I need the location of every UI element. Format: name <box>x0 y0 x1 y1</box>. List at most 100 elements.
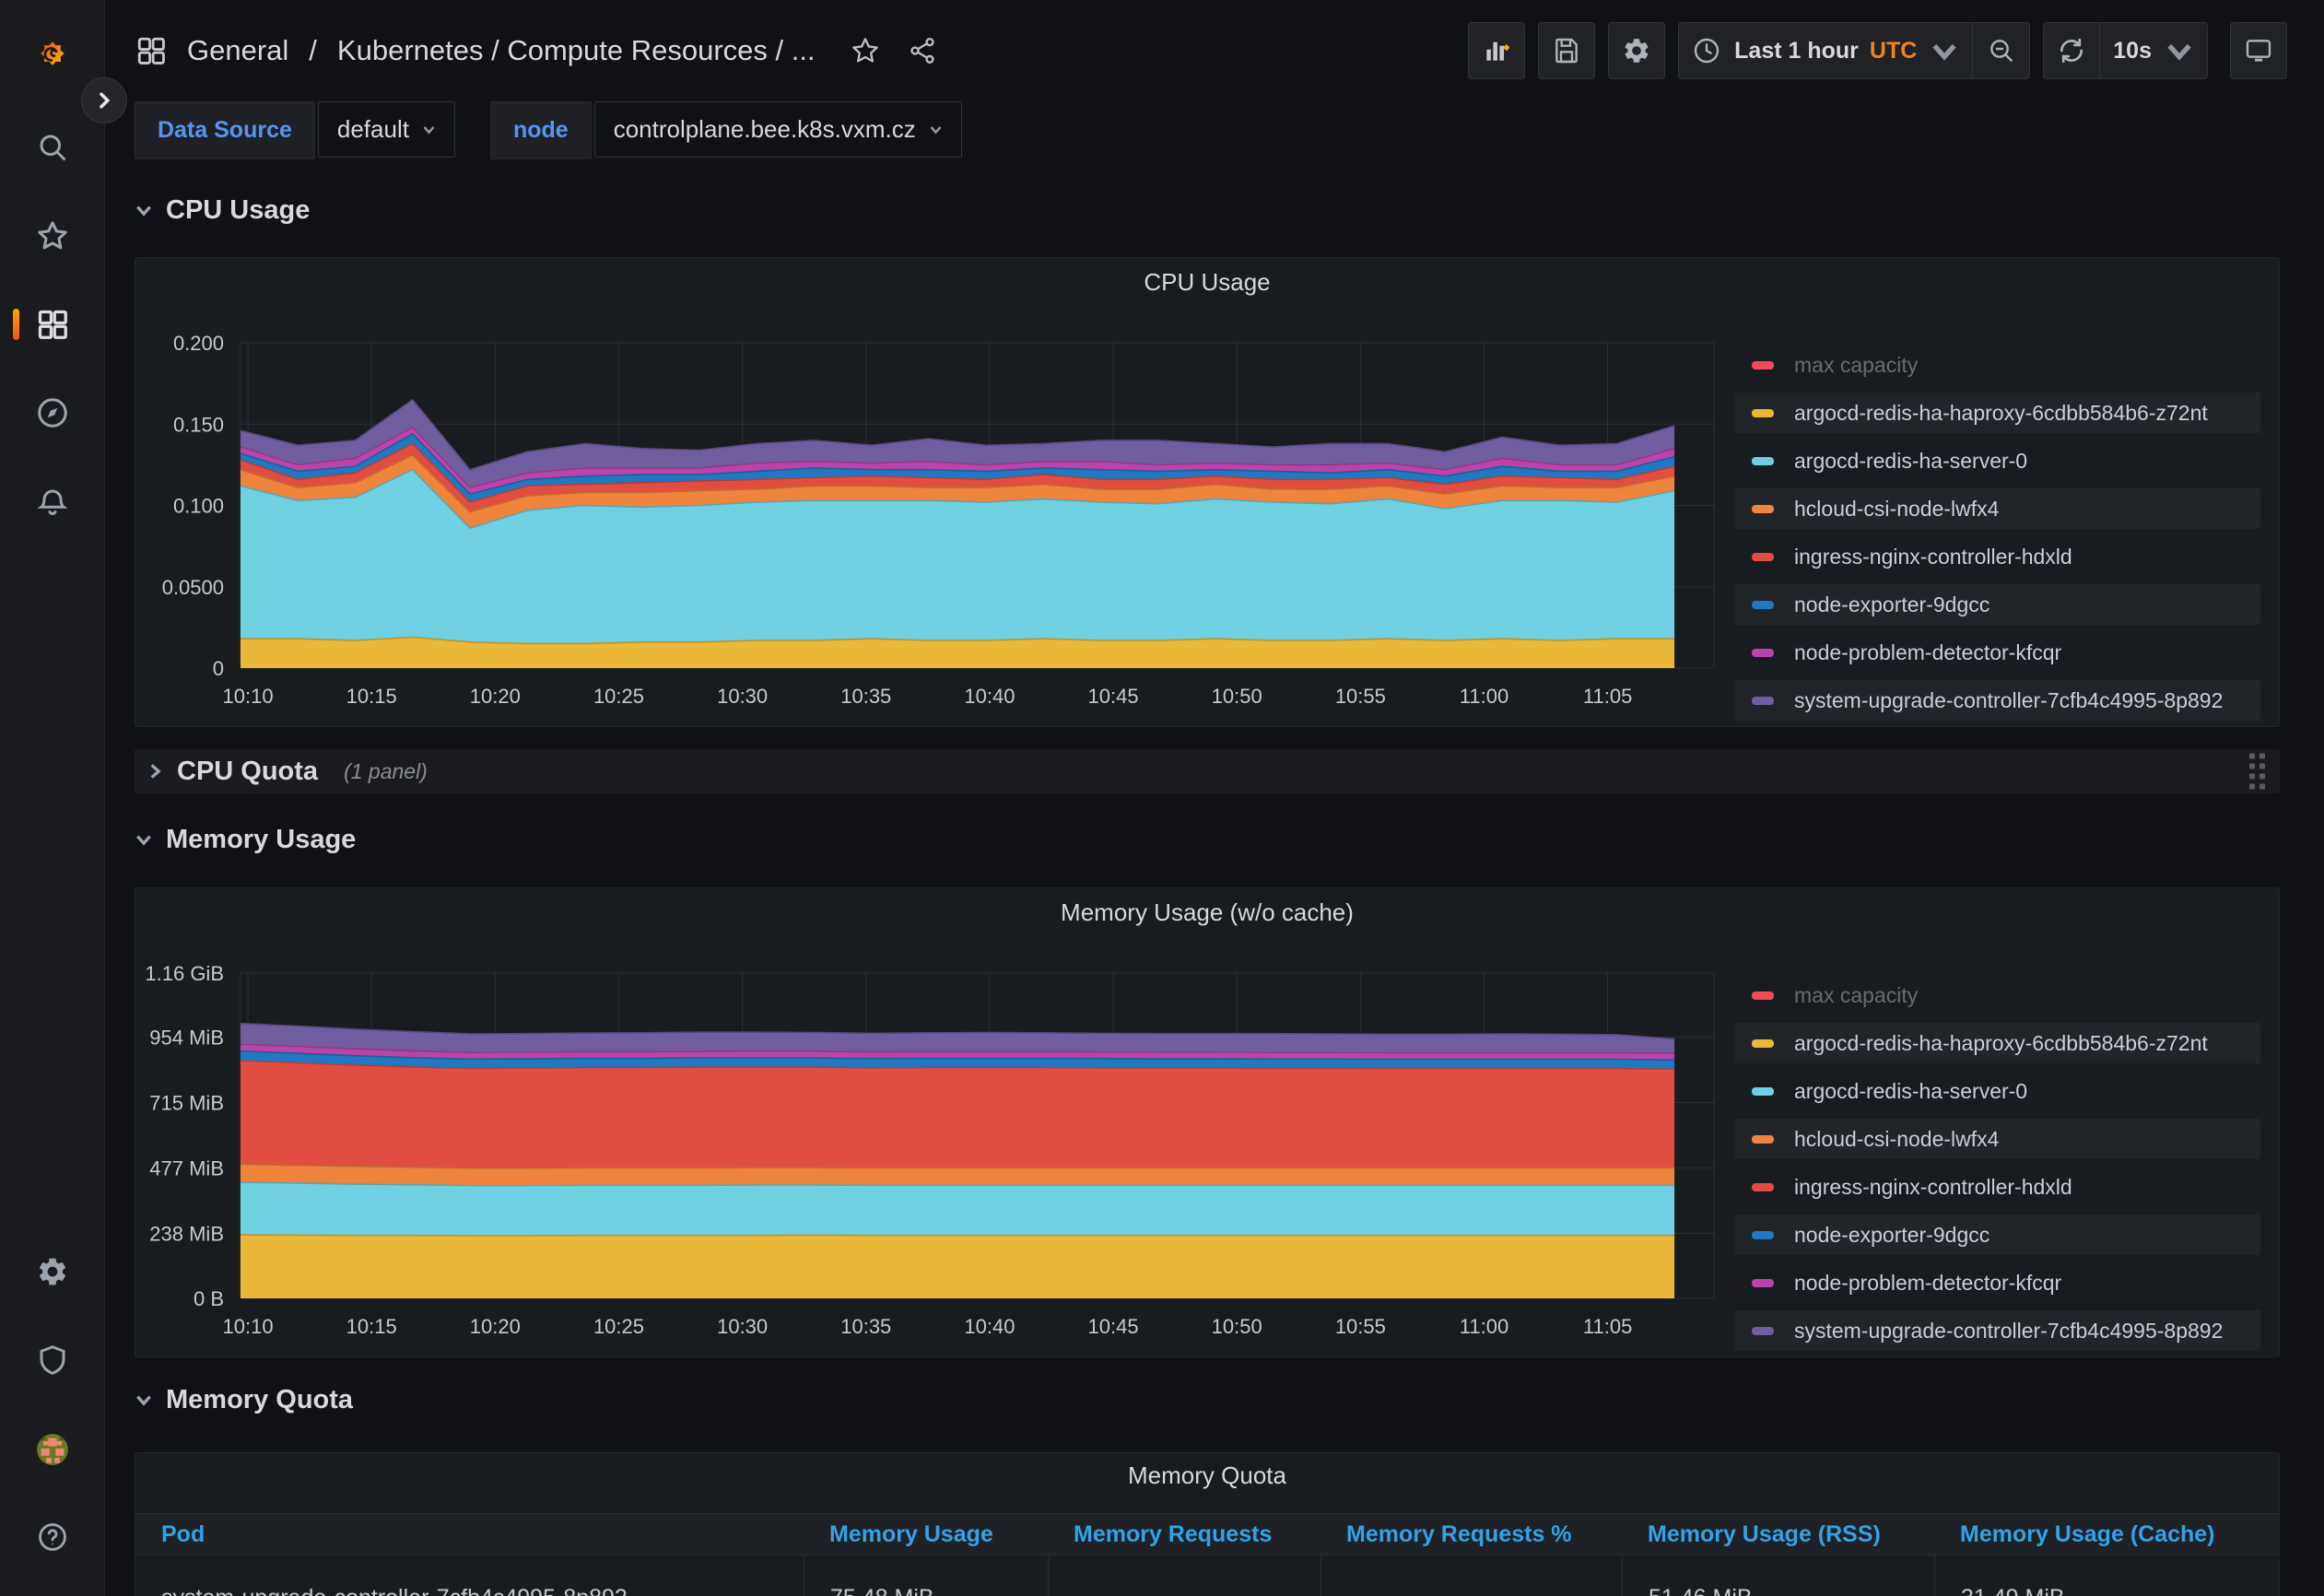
memory-usage-plot[interactable]: 0 B238 MiB477 MiB715 MiB954 MiB1.16 GiB1… <box>135 936 1735 1356</box>
legend-item[interactable]: hcloud-csi-node-lwfx4 <box>1735 1119 2260 1159</box>
dashboard-body: CPU Usage CPU Usage 00.05000.1000.1500.2… <box>104 188 2324 1596</box>
dashboards-grid-icon <box>36 308 69 341</box>
legend-item[interactable]: argocd-redis-ha-haproxy-6cdbb584b6-z72nt <box>1735 1023 2260 1063</box>
sidebar-item-explore[interactable] <box>0 383 104 442</box>
section-title: Memory Usage <box>166 825 356 855</box>
svg-text:10:15: 10:15 <box>346 1315 397 1338</box>
sidebar-item-help[interactable] <box>0 1508 104 1567</box>
refresh-group: 10s <box>2043 22 2208 79</box>
legend-item[interactable]: node-problem-detector-kfcqr <box>1735 1262 2260 1303</box>
legend-label: ingress-nginx-controller-hdxld <box>1794 545 2072 569</box>
refresh-interval-picker[interactable]: 10s <box>2100 22 2208 79</box>
legend-item[interactable]: ingress-nginx-controller-hdxld <box>1735 536 2260 577</box>
section-header-memory-usage[interactable]: Memory Usage <box>135 817 2280 862</box>
legend-swatch <box>1752 1183 1774 1191</box>
legend-item[interactable]: max capacity <box>1735 975 2260 1015</box>
legend-item[interactable]: argocd-redis-ha-server-0 <box>1735 440 2260 481</box>
toolbar-actions: Last 1 hour UTC <box>1468 22 2287 79</box>
time-range-picker[interactable]: Last 1 hour UTC <box>1678 22 1973 79</box>
section-header-memory-quota[interactable]: Memory Quota <box>135 1378 2280 1422</box>
share-icon[interactable] <box>908 36 937 65</box>
legend-item[interactable]: argocd-redis-ha-server-0 <box>1735 1071 2260 1111</box>
refresh-icon <box>2057 36 2086 65</box>
cycle-view-mode-button[interactable] <box>2230 22 2287 79</box>
panel-memory-quota: Memory Quota Pod Memory Usage Memory Req… <box>135 1452 2280 1596</box>
legend-label: node-exporter-9dgcc <box>1794 1223 1989 1248</box>
star-dashboard-icon[interactable] <box>851 36 880 65</box>
panel-title-cpu[interactable]: CPU Usage <box>135 258 2279 306</box>
legend-item[interactable]: node-exporter-9dgcc <box>1735 584 2260 625</box>
legend-swatch <box>1752 1231 1774 1239</box>
svg-text:0 B: 0 B <box>194 1287 224 1310</box>
sidebar-item-search[interactable] <box>0 118 104 177</box>
svg-text:10:35: 10:35 <box>840 1315 891 1338</box>
legend-label: argocd-redis-ha-haproxy-6cdbb584b6-z72nt <box>1794 401 2208 426</box>
sidebar-item-profile[interactable] <box>0 1420 104 1479</box>
refresh-interval-label: 10s <box>2113 38 2152 65</box>
legend-item[interactable]: hcloud-csi-node-lwfx4 <box>1735 488 2260 529</box>
tv-monitor-icon <box>2244 36 2273 65</box>
variable-node-value[interactable]: controlplane.bee.k8s.vxm.cz <box>594 101 962 158</box>
legend-item[interactable]: node-exporter-9dgcc <box>1735 1215 2260 1255</box>
column-header-memory-usage[interactable]: Memory Usage <box>804 1521 1048 1548</box>
sidebar-item-server-admin[interactable] <box>0 1331 104 1390</box>
dashboard-variables: Data Source default node controlplane.be… <box>104 101 2324 175</box>
grafana-logo[interactable] <box>0 24 104 83</box>
column-header-memory-requests-pct[interactable]: Memory Requests % <box>1320 1521 1622 1548</box>
memory-legend: max capacity argocd-redis-ha-haproxy-6cd… <box>1735 936 2275 1358</box>
legend-label: max capacity <box>1794 983 1918 1008</box>
variable-node-selected: controlplane.bee.k8s.vxm.cz <box>614 115 916 144</box>
grafana-logo-icon <box>36 37 69 70</box>
save-dashboard-button[interactable] <box>1538 22 1595 79</box>
section-header-cpu-quota[interactable]: CPU Quota (1 panel) <box>135 749 2280 793</box>
sidebar-item-alerting[interactable] <box>0 473 104 532</box>
legend-label: ingress-nginx-controller-hdxld <box>1794 1175 2072 1200</box>
legend-item[interactable]: max capacity <box>1735 345 2260 385</box>
row-drag-handle-icon[interactable] <box>2249 754 2265 790</box>
cell-memory-usage-cache: 31.49 MiB <box>1934 1555 2279 1596</box>
cpu-usage-plot[interactable]: 00.05000.1000.1500.20010:1010:1510:2010:… <box>135 306 1735 726</box>
column-header-memory-usage-rss[interactable]: Memory Usage (RSS) <box>1622 1521 1934 1548</box>
legend-item[interactable]: ingress-nginx-controller-hdxld <box>1735 1167 2260 1207</box>
svg-text:0.0500: 0.0500 <box>162 576 224 599</box>
active-indicator-bar <box>13 309 19 340</box>
table-row: system-upgrade-controller-7cfb4c4995-8p8… <box>135 1555 2279 1596</box>
breadcrumb-dashboard-title[interactable]: Kubernetes / Compute Resources / ... <box>337 34 816 67</box>
grafana-dashboard: General / Kubernetes / Compute Resources… <box>0 0 2324 1596</box>
dashboard-settings-button[interactable] <box>1608 22 1665 79</box>
legend-item[interactable]: system-upgrade-controller-7cfb4c4995-8p8… <box>1735 680 2260 721</box>
svg-text:10:30: 10:30 <box>717 1315 768 1338</box>
panel-title-memory-quota[interactable]: Memory Quota <box>135 1453 2279 1497</box>
legend-item[interactable]: argocd-redis-ha-haproxy-6cdbb584b6-z72nt <box>1735 393 2260 433</box>
panel-title-memory[interactable]: Memory Usage (w/o cache) <box>135 888 2279 936</box>
legend-label: node-problem-detector-kfcqr <box>1794 640 2061 665</box>
expand-sidebar-button[interactable] <box>81 77 127 123</box>
column-header-pod[interactable]: Pod <box>135 1521 804 1548</box>
zoom-out-time-button[interactable] <box>1973 22 2030 79</box>
search-icon <box>36 131 69 164</box>
variable-node-label: node <box>490 101 592 159</box>
legend-swatch <box>1752 457 1774 465</box>
variable-datasource-value[interactable]: default <box>318 101 455 158</box>
sidebar-item-dashboards[interactable] <box>0 295 104 354</box>
cell-memory-requests: - <box>1048 1555 1320 1596</box>
time-range-label: Last 1 hour <box>1734 38 1859 65</box>
column-header-memory-usage-cache[interactable]: Memory Usage (Cache) <box>1934 1521 2279 1548</box>
svg-text:10:40: 10:40 <box>964 1315 1015 1338</box>
refresh-dashboard-button[interactable] <box>2043 22 2100 79</box>
section-title: Memory Quota <box>166 1385 353 1415</box>
variable-datasource-label: Data Source <box>135 101 315 159</box>
legend-item[interactable]: node-problem-detector-kfcqr <box>1735 632 2260 673</box>
column-header-memory-requests[interactable]: Memory Requests <box>1048 1521 1320 1548</box>
chevron-down-icon <box>929 123 943 136</box>
legend-item[interactable]: system-upgrade-controller-7cfb4c4995-8p8… <box>1735 1310 2260 1351</box>
breadcrumb-folder[interactable]: General <box>187 34 288 67</box>
variable-node: node controlplane.bee.k8s.vxm.cz <box>490 101 962 159</box>
sidebar-item-configuration[interactable] <box>0 1242 104 1301</box>
sidebar-item-starred[interactable] <box>0 206 104 265</box>
svg-text:10:25: 10:25 <box>593 685 644 708</box>
add-panel-button[interactable] <box>1468 22 1525 79</box>
legend-label: hcloud-csi-node-lwfx4 <box>1794 497 1999 522</box>
section-header-cpu-usage[interactable]: CPU Usage <box>135 188 2280 232</box>
legend-swatch <box>1752 697 1774 705</box>
